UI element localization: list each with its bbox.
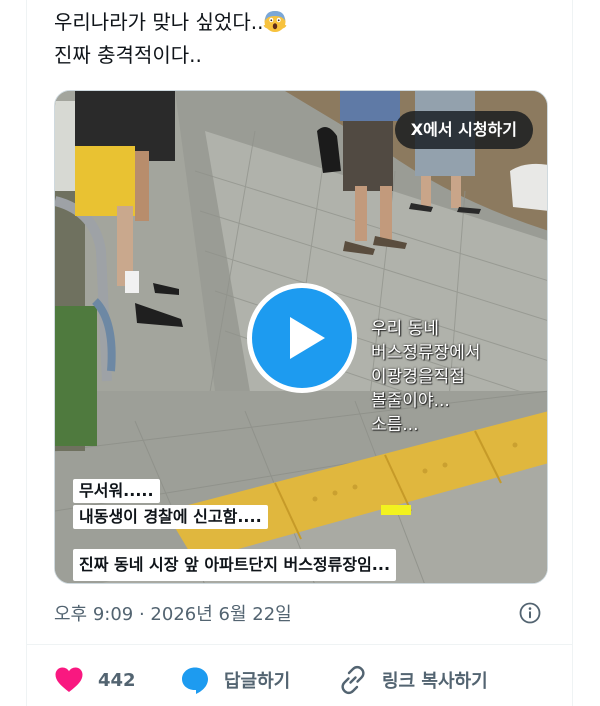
tweet-text-line-1: 우리나라가 맞나 싶었다.. bbox=[54, 6, 534, 39]
column-border-left bbox=[26, 0, 27, 706]
play-icon bbox=[290, 317, 325, 359]
column-border-right bbox=[572, 0, 573, 706]
video-overlay-text: 우리 동네 버스정류장에서 이광경을직접 볼줄이야... 소름... bbox=[371, 317, 480, 437]
overlay-line: 볼줄이야... bbox=[371, 391, 450, 411]
tweet-text-line-2: 진짜 충격적이다.. bbox=[54, 43, 202, 67]
watch-on-x-button[interactable]: X에서 시청하기 bbox=[394, 111, 533, 149]
video-caption: 무서워..... bbox=[73, 479, 160, 503]
like-button[interactable]: 442 bbox=[54, 662, 136, 698]
overlay-line: 소름... bbox=[371, 415, 419, 435]
heart-icon bbox=[55, 667, 83, 692]
tweet-text: 우리나라가 맞나 싶었다.. 진짜 충격적이다.. bbox=[54, 6, 534, 72]
tweet-timestamp[interactable]: 오후 9:09 · 2026년 6월 22일 bbox=[54, 600, 292, 626]
reply-button[interactable]: 답글하기 bbox=[180, 662, 290, 698]
overlay-line: 이광경을직접 bbox=[371, 367, 465, 387]
overlay-line: 버스정류장에서 bbox=[371, 343, 481, 363]
link-icon bbox=[341, 665, 365, 695]
video-caption: 진짜 동네 시장 앞 아파트단지 버스정류장임... bbox=[73, 549, 397, 581]
copy-link-label: 링크 복사하기 bbox=[382, 671, 488, 692]
screaming-face-emoji-icon bbox=[263, 11, 287, 32]
reply-label: 답글하기 bbox=[224, 671, 291, 692]
tweet-detail: 우리나라가 맞나 싶었다.. 진짜 충격적이다.. X에서 시청하기 우리 동네… bbox=[0, 0, 600, 706]
copy-link-button[interactable]: 링크 복사하기 bbox=[338, 662, 488, 698]
info-icon[interactable] bbox=[519, 602, 541, 624]
tweet-actions: 442 답글하기 링크 복사하기 bbox=[0, 662, 600, 698]
play-button[interactable] bbox=[247, 283, 357, 393]
divider bbox=[27, 644, 572, 645]
overlay-line: 우리 동네 bbox=[371, 319, 439, 339]
video-caption: 내동생이 경찰에 신고함.... bbox=[73, 505, 268, 529]
reply-bubble-icon bbox=[182, 667, 208, 694]
video-player[interactable]: X에서 시청하기 우리 동네 버스정류장에서 이광경을직접 볼줄이야... 소름… bbox=[54, 90, 548, 584]
like-count: 442 bbox=[98, 669, 136, 691]
